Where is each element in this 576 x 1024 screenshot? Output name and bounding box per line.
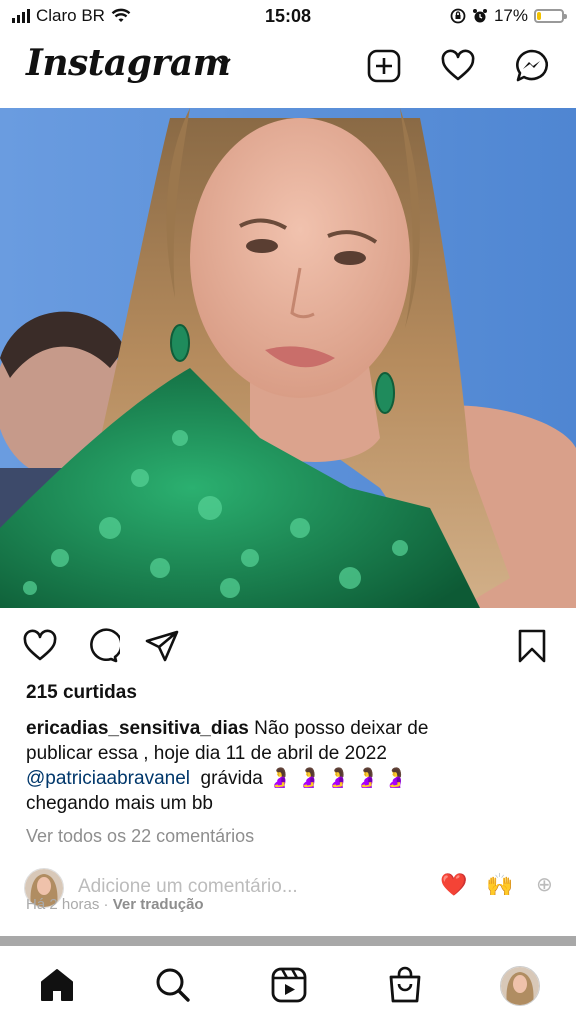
- caption-text-line2: publicar essa , hoje dia 11 de abril de …: [26, 743, 387, 764]
- view-all-comments-link[interactable]: Ver todos os 22 comentários: [26, 826, 254, 847]
- comment-icon[interactable]: [84, 628, 120, 664]
- post-caption: ericadias_sensitiva_dias Não posso deixa…: [26, 716, 546, 816]
- battery-icon: [534, 9, 567, 23]
- post-actions: [0, 620, 576, 672]
- share-icon[interactable]: [144, 628, 180, 664]
- home-icon[interactable]: [38, 966, 76, 1004]
- instagram-logo[interactable]: Instagram: [26, 42, 231, 84]
- caption-text-line1: Não posso deixar de: [248, 718, 429, 739]
- app-header: Instagram: [0, 34, 576, 106]
- raised-hands-reaction[interactable]: 🙌: [486, 872, 513, 898]
- caption-username[interactable]: ericadias_sensitiva_dias: [26, 718, 249, 739]
- search-icon[interactable]: [154, 966, 192, 1004]
- meta-separator: ·: [103, 896, 109, 913]
- battery-percent: 17%: [493, 6, 528, 25]
- messenger-icon[interactable]: [514, 48, 550, 84]
- translate-link[interactable]: Ver tradução: [113, 896, 204, 913]
- caption-emojis: 🤰 🤰 🤰 🤰 🤰: [268, 768, 408, 789]
- bottom-tab-bar: [0, 946, 576, 1024]
- comment-input[interactable]: Adicione um comentário...: [78, 876, 298, 898]
- caption-mention[interactable]: @patriciaabravanel: [26, 768, 190, 789]
- caption-text-after-mention: grávida: [190, 768, 269, 789]
- reels-icon[interactable]: [270, 966, 308, 1004]
- status-bar: Claro BR 15:08 17%: [0, 0, 576, 34]
- new-post-icon[interactable]: [366, 48, 402, 84]
- screen-lock-icon: [450, 8, 466, 24]
- feed-divider: [0, 936, 576, 946]
- post-time: Há 2 horas: [26, 896, 100, 913]
- profile-avatar[interactable]: [500, 966, 540, 1006]
- shop-icon[interactable]: [386, 966, 424, 1004]
- save-icon[interactable]: [514, 628, 550, 664]
- chevron-down-icon[interactable]: [216, 56, 232, 68]
- post-meta: Há 2 horas · Ver tradução: [26, 896, 204, 913]
- likes-count[interactable]: 215 curtidas: [26, 682, 137, 704]
- activity-heart-icon[interactable]: [440, 48, 476, 84]
- post-photo[interactable]: [0, 108, 576, 608]
- heart-reaction[interactable]: ❤️: [440, 872, 467, 898]
- like-icon[interactable]: [22, 628, 58, 664]
- alarm-icon: [472, 9, 487, 23]
- add-reaction-icon[interactable]: ⊕: [536, 872, 553, 897]
- caption-text-line4: chegando mais um bb: [26, 793, 213, 814]
